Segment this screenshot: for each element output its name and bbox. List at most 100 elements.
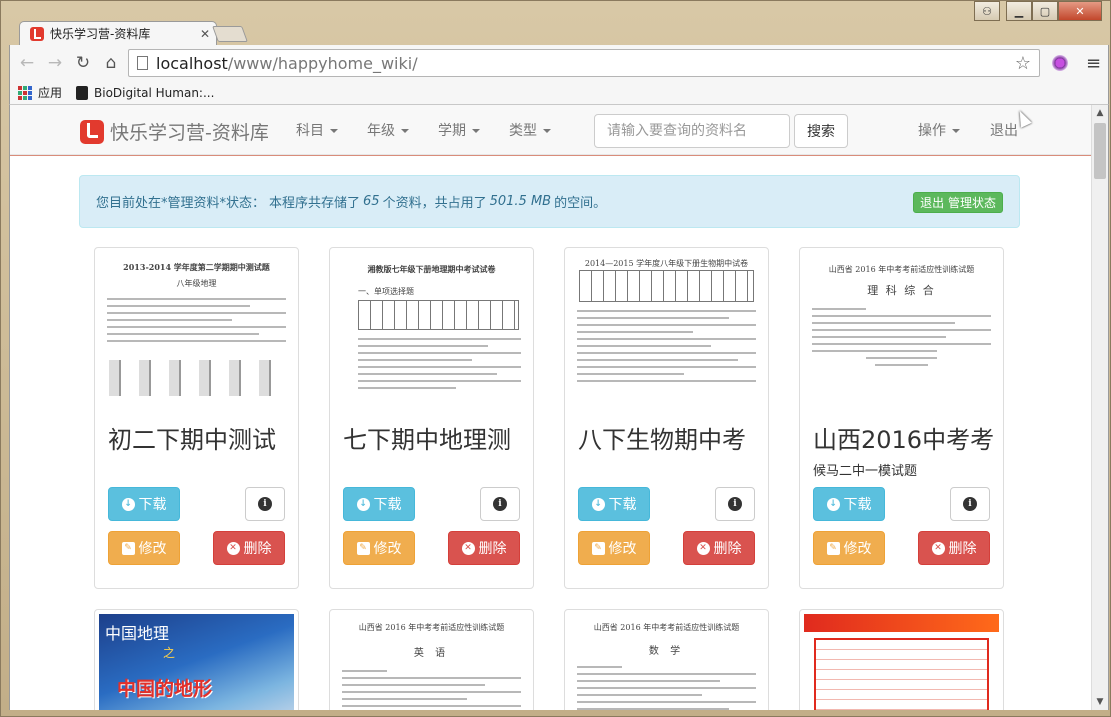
download-button[interactable]: ↓ 下载 (343, 487, 415, 521)
home-icon[interactable]: ⌂ (100, 52, 122, 74)
info-button[interactable]: i (480, 487, 520, 521)
china-map-image: 中国地理 之 中国的地形 (99, 614, 294, 710)
info-icon: i (493, 497, 507, 511)
edit-button[interactable]: ✎ 修改 (108, 531, 180, 565)
brand[interactable]: 快乐学习营-资料库 (80, 118, 269, 145)
delete-button[interactable]: ✕ 删除 (213, 531, 285, 565)
admin-status-alert: 您目前处在*管理资料*状态： 本程序共存储了 65 个资料，共占用了 501.5… (79, 175, 1020, 228)
dropdown-term[interactable]: 学期 (438, 120, 480, 140)
forward-arrow-icon[interactable]: → (44, 52, 66, 74)
thumb-text-lines (107, 298, 286, 347)
document-thumbnail[interactable]: 山西省 2016 年中考考前适应性训练试题 数 学 (569, 614, 764, 710)
resource-card: 2013-2014 学年度第二学期期中测试题 八年级地理 初二下期中测试 ↓ 下载… (94, 247, 299, 589)
delete-button[interactable]: ✕ 删除 (918, 531, 990, 565)
browser-toolbar: ← → ↻ ⌂ localhost/www/happyhome_wiki/ ☆ … (9, 45, 1109, 81)
document-thumbnail[interactable]: 山西省 2016 年中考考前适应性训练试题 理 科 综 合 (804, 252, 999, 405)
bookmark-star-icon[interactable]: ☆ (1015, 53, 1031, 74)
dropdown-grade[interactable]: 年级 (367, 120, 409, 140)
info-button[interactable]: i (245, 487, 285, 521)
map-subtitle: 中国的地形 (117, 678, 213, 700)
resource-card: 山西省 2016 年中考考前适应性训练试题 英 语 (329, 609, 534, 710)
biodigital-icon (76, 85, 89, 100)
scrollbar-thumb[interactable] (1094, 123, 1106, 179)
document-thumbnail[interactable]: 湘教版七年级下册地理期中考试试卷 一、单项选择题 (334, 252, 529, 405)
brand-logo-icon (80, 119, 104, 144)
url-text[interactable]: localhost/www/happyhome_wiki/ (156, 54, 1015, 73)
delete-circle-icon: ✕ (461, 541, 475, 555)
search-button[interactable]: 搜索 (794, 114, 848, 148)
window-controls: ⚇ ▁ ▢ ✕ (974, 1, 1102, 21)
caret-down-icon (401, 129, 409, 133)
file-count: 65 (363, 194, 380, 209)
new-tab-button[interactable] (212, 26, 248, 42)
document-thumbnail[interactable]: 中国地理 之 中国的地形 (99, 614, 294, 710)
tab-close-icon[interactable]: ✕ (200, 27, 210, 41)
thumb-text-lines (577, 666, 756, 710)
edit-button[interactable]: ✎ 修改 (343, 531, 415, 565)
resource-card (799, 609, 1004, 710)
alert-text-2: 个资料，共占用了 (382, 196, 487, 211)
url-path: /www/happyhome_wiki/ (227, 53, 418, 73)
scroll-up-icon[interactable]: ▲ (1092, 105, 1108, 121)
dropdown-subject[interactable]: 科目 (296, 120, 338, 140)
edit-icon: ✎ (591, 541, 605, 555)
download-circle-icon: ↓ (121, 497, 135, 511)
card-title: 初二下期中测试 (108, 426, 276, 454)
back-arrow-icon[interactable]: ← (16, 52, 38, 74)
delete-circle-icon: ✕ (696, 541, 710, 555)
delete-circle-icon: ✕ (226, 541, 240, 555)
dropdown-actions[interactable]: 操作 (918, 120, 960, 140)
thumb-map-figure (109, 360, 284, 396)
info-button[interactable]: i (950, 487, 990, 521)
red-poster-image (804, 614, 999, 710)
search-input[interactable] (594, 114, 790, 148)
bookmark-apps[interactable]: 应用 (18, 84, 62, 101)
page-icon (137, 56, 148, 70)
download-button[interactable]: ↓ 下载 (108, 487, 180, 521)
card-title: 七下期中地理测 (343, 426, 511, 454)
nav-right: 操作 退出 (918, 105, 1018, 155)
vertical-scrollbar[interactable]: ▲ ▼ (1091, 105, 1108, 710)
browser-menu-icon[interactable]: ≡ (1086, 53, 1101, 74)
poster-table (814, 638, 989, 710)
delete-button[interactable]: ✕ 删除 (683, 531, 755, 565)
resource-card: 中国地理 之 中国的地形 (94, 609, 299, 710)
reload-icon[interactable]: ↻ (72, 52, 94, 74)
extension-icon[interactable] (1052, 55, 1068, 71)
download-button[interactable]: ↓ 下载 (578, 487, 650, 521)
thumb-heading: 山西省 2016 年中考考前适应性训练试题 (358, 623, 505, 632)
logout-link[interactable]: 退出 (990, 120, 1018, 140)
delete-button[interactable]: ✕ 删除 (448, 531, 520, 565)
thumb-heading: 2013-2014 学年度第二学期期中测试题 (123, 262, 270, 272)
minimize-button[interactable]: ▁ (1006, 1, 1032, 21)
dropdown-type[interactable]: 类型 (509, 120, 551, 140)
alert-text-1: 本程序共存储了 (269, 196, 361, 211)
maximize-button[interactable]: ▢ (1032, 1, 1058, 21)
edit-button[interactable]: ✎ 修改 (813, 531, 885, 565)
bookmark-biodigital[interactable]: BioDigital Human:... (76, 85, 214, 100)
browser-tab-active[interactable]: 快乐学习营-资料库 ✕ (19, 21, 217, 45)
download-button[interactable]: ↓ 下载 (813, 487, 885, 521)
browser-window: ⚇ ▁ ▢ ✕ 快乐学习营-资料库 ✕ ← → ↻ ⌂ localhost/ww… (0, 0, 1111, 717)
thumb-answer-grid (358, 300, 519, 330)
thumb-subheading: 一、单项选择题 (358, 287, 414, 296)
address-bar[interactable]: localhost/www/happyhome_wiki/ ☆ (128, 49, 1040, 77)
caret-down-icon (543, 129, 551, 133)
alert-prefix: 您目前处在*管理资料*状态： (96, 196, 266, 211)
exit-admin-button[interactable]: 退出 管理状态 (913, 192, 1003, 213)
caret-down-icon (472, 129, 480, 133)
info-button[interactable]: i (715, 487, 755, 521)
scroll-down-icon[interactable]: ▼ (1092, 694, 1108, 710)
thumb-heading: 山西省 2016 年中考考前适应性训练试题 (828, 265, 975, 274)
resource-card: 山西省 2016 年中考考前适应性训练试题 数 学 (564, 609, 769, 710)
document-thumbnail[interactable]: 山西省 2016 年中考考前适应性训练试题 英 语 (334, 614, 529, 710)
document-thumbnail[interactable]: 2014—2015 学年度八年级下册生物期中试卷 (569, 252, 764, 405)
info-icon: i (963, 497, 977, 511)
edit-icon: ✎ (356, 541, 370, 555)
document-thumbnail[interactable] (804, 614, 999, 710)
close-window-button[interactable]: ✕ (1058, 1, 1102, 21)
edit-button[interactable]: ✎ 修改 (578, 531, 650, 565)
caret-down-icon (330, 129, 338, 133)
user-profile-icon[interactable]: ⚇ (974, 1, 1000, 21)
document-thumbnail[interactable]: 2013-2014 学年度第二学期期中测试题 八年级地理 (99, 252, 294, 405)
